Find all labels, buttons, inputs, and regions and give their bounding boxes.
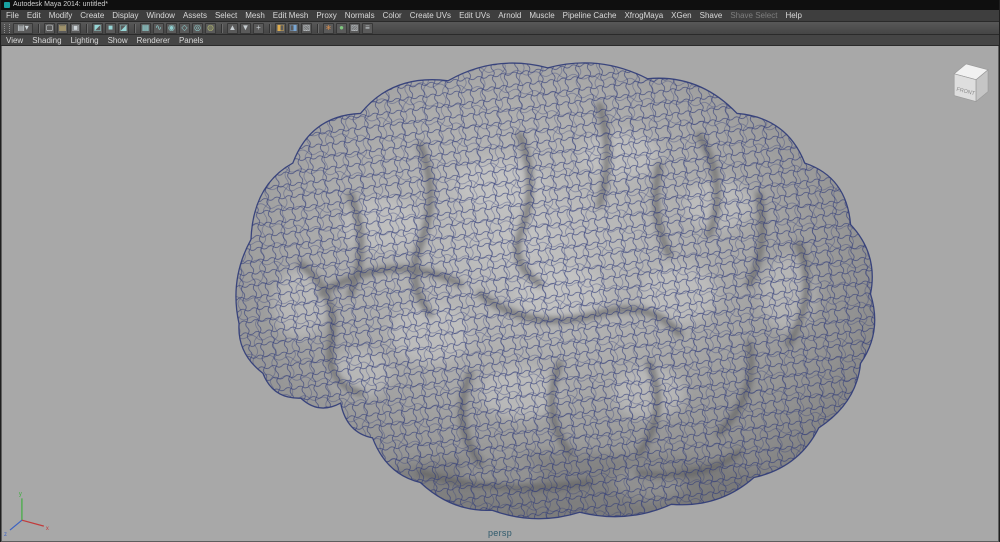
save-scene-icon[interactable]: ▣: [70, 22, 81, 34]
toolbar-divider: [86, 23, 87, 33]
menu-edit[interactable]: Edit: [27, 11, 41, 20]
snap-plane-icon[interactable]: ◇: [179, 22, 190, 34]
render-icon[interactable]: ◧: [275, 22, 286, 34]
menu-help[interactable]: Help: [785, 11, 801, 20]
status-line: ▤▾ ▢ ▤ ▣ ◩ ■ ◪ ▦ ∿ ◉ ◇ ◎ ◍ ▲ ▼ + ◧ ◨ ▧ ∗ ● ▨ ≡: [1, 22, 999, 35]
status-line-icons: ▤▾ ▢ ▤ ▣ ◩ ■ ◪ ▦ ∿ ◉ ◇ ◎ ◍ ▲ ▼ + ◧ ◨ ▧ ∗ ● ▨ ≡: [13, 22, 373, 34]
open-scene-icon[interactable]: ▤: [57, 22, 68, 34]
menu-create[interactable]: Create: [80, 11, 104, 20]
shelf-grip-handle[interactable]: [4, 23, 10, 33]
uv-texture-editor-icon[interactable]: ▨: [349, 22, 360, 34]
hypershade-icon[interactable]: ●: [336, 22, 347, 34]
menu-shave[interactable]: Shave: [700, 11, 723, 20]
toolbar-divider: [221, 23, 222, 33]
menu-window[interactable]: Window: [147, 11, 175, 20]
menu-pipeline-cache[interactable]: Pipeline Cache: [563, 11, 617, 20]
select-object-icon[interactable]: ■: [105, 22, 116, 34]
axis-y-label: y: [19, 491, 22, 497]
panel-menu-renderer[interactable]: Renderer: [137, 36, 170, 45]
ipr-render-icon[interactable]: ◨: [288, 22, 299, 34]
menu-mesh[interactable]: Mesh: [245, 11, 265, 20]
panel-menu-show[interactable]: Show: [108, 36, 128, 45]
menu-xfrogmaya[interactable]: XfrogMaya: [624, 11, 663, 20]
snap-grid-icon[interactable]: ▦: [140, 22, 151, 34]
view-cube[interactable]: FRONT: [953, 63, 989, 103]
viewport-scene: FRONT y x z: [4, 62, 989, 541]
new-scene-icon[interactable]: ▢: [44, 22, 55, 34]
toolbar-divider: [134, 23, 135, 33]
snap-curve-icon[interactable]: ∿: [153, 22, 164, 34]
outliner-icon[interactable]: ≡: [362, 22, 373, 34]
maya-logo-icon: [4, 2, 10, 8]
menu-select[interactable]: Select: [215, 11, 237, 20]
origin-axis-indicator: y x z: [4, 491, 49, 538]
select-component-icon[interactable]: ◪: [118, 22, 129, 34]
menu-arnold[interactable]: Arnold: [498, 11, 521, 20]
menu-file[interactable]: File: [6, 11, 19, 20]
panel-menu-view[interactable]: View: [6, 36, 23, 45]
render-settings-icon[interactable]: ▧: [301, 22, 312, 34]
brain-model[interactable]: [235, 62, 876, 541]
toolbar-divider: [38, 23, 39, 33]
panel-menu-lighting[interactable]: Lighting: [71, 36, 99, 45]
paint-effects-icon[interactable]: ∗: [323, 22, 334, 34]
panel-menu-bar: View Shading Lighting Show Renderer Panels: [1, 35, 999, 46]
toolbar-divider: [269, 23, 270, 33]
menu-display[interactable]: Display: [112, 11, 138, 20]
viewport-perspective[interactable]: FRONT y x z persp: [1, 46, 999, 542]
menu-set-selector[interactable]: ▤▾: [13, 22, 33, 34]
menu-assets[interactable]: Assets: [183, 11, 207, 20]
menu-edit-mesh[interactable]: Edit Mesh: [273, 11, 309, 20]
menu-shave-select[interactable]: Shave Select: [730, 11, 777, 20]
menu-edit-uvs[interactable]: Edit UVs: [459, 11, 490, 20]
panel-menu-panels[interactable]: Panels: [179, 36, 203, 45]
camera-name-label: persp: [487, 528, 513, 538]
menu-color[interactable]: Color: [383, 11, 402, 20]
main-menu-bar: File Edit Modify Create Display Window Assets S…: [1, 10, 999, 22]
title-bar: Autodesk Maya 2014: untitled*: [1, 0, 999, 10]
toolbar-divider: [317, 23, 318, 33]
history-input-icon[interactable]: ▲: [227, 22, 238, 34]
construction-history-icon[interactable]: +: [253, 22, 264, 34]
maya-window: Autodesk Maya 2014: untitled* File Edit Mo…: [0, 0, 1000, 542]
make-live-icon[interactable]: ◍: [205, 22, 216, 34]
history-output-icon[interactable]: ▼: [240, 22, 251, 34]
brain-wireframe: [235, 62, 876, 520]
axis-z-label: z: [4, 532, 7, 538]
snap-view-icon[interactable]: ◎: [192, 22, 203, 34]
menu-proxy[interactable]: Proxy: [316, 11, 336, 20]
window-title: Autodesk Maya 2014: untitled*: [13, 1, 108, 8]
menu-normals[interactable]: Normals: [345, 11, 375, 20]
menu-muscle[interactable]: Muscle: [529, 11, 554, 20]
axis-x-label: x: [46, 526, 49, 532]
menu-xgen[interactable]: XGen: [671, 11, 691, 20]
menu-create-uvs[interactable]: Create UVs: [410, 11, 451, 20]
snap-point-icon[interactable]: ◉: [166, 22, 177, 34]
menu-modify[interactable]: Modify: [49, 11, 73, 20]
panel-menu-shading[interactable]: Shading: [32, 36, 61, 45]
select-hierarchy-icon[interactable]: ◩: [92, 22, 103, 34]
